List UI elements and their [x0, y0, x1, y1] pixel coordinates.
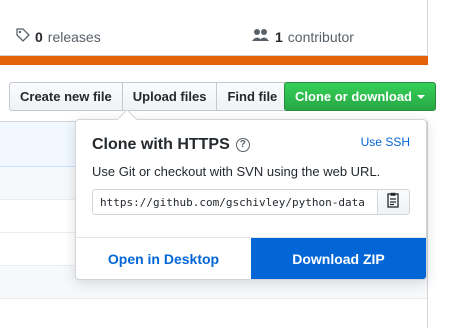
clone-description: Use Git or checkout with SVN using the w…	[92, 164, 381, 179]
releases-stat[interactable]: 0 releases	[16, 28, 101, 45]
releases-label: releases	[47, 28, 101, 45]
people-icon	[252, 28, 270, 45]
clone-dropdown: Clone with HTTPS ? Use SSH Use Git or ch…	[75, 109, 427, 280]
upload-files-button[interactable]: Upload files	[121, 82, 218, 111]
clone-title: Clone with HTTPS ?	[92, 136, 250, 154]
language-bar[interactable]	[0, 56, 428, 65]
use-ssh-link[interactable]: Use SSH	[361, 135, 410, 149]
repo-stats-bar: 0 releases 1 contributor	[0, 0, 428, 56]
dropdown-pointer	[117, 109, 137, 129]
clone-title-text: Clone with HTTPS	[92, 136, 230, 153]
download-zip-button[interactable]: Download ZIP	[251, 238, 426, 279]
create-new-file-button[interactable]: Create new file	[9, 82, 123, 111]
file-actions-group: Create new file Upload files Find file	[9, 82, 289, 111]
releases-count: 0	[35, 28, 43, 45]
find-file-button[interactable]: Find file	[216, 82, 289, 111]
clone-or-download-button[interactable]: Clone or download	[284, 82, 436, 111]
tag-icon	[16, 28, 30, 45]
clone-or-download-label: Clone or download	[295, 89, 412, 104]
contributors-label: contributor	[287, 28, 354, 45]
copy-url-button[interactable]	[377, 190, 409, 214]
table-row[interactable]	[0, 299, 427, 328]
clone-actions: Open in Desktop Download ZIP	[76, 237, 426, 279]
contributors-count: 1	[275, 28, 283, 45]
help-icon[interactable]: ?	[235, 138, 250, 152]
clone-url-input[interactable]	[93, 190, 377, 214]
clone-url-field	[92, 189, 410, 215]
contributors-stat[interactable]: 1 contributor	[252, 28, 354, 45]
open-in-desktop-button[interactable]: Open in Desktop	[76, 238, 251, 279]
chevron-down-icon	[417, 95, 425, 99]
clipboard-icon	[386, 192, 401, 213]
